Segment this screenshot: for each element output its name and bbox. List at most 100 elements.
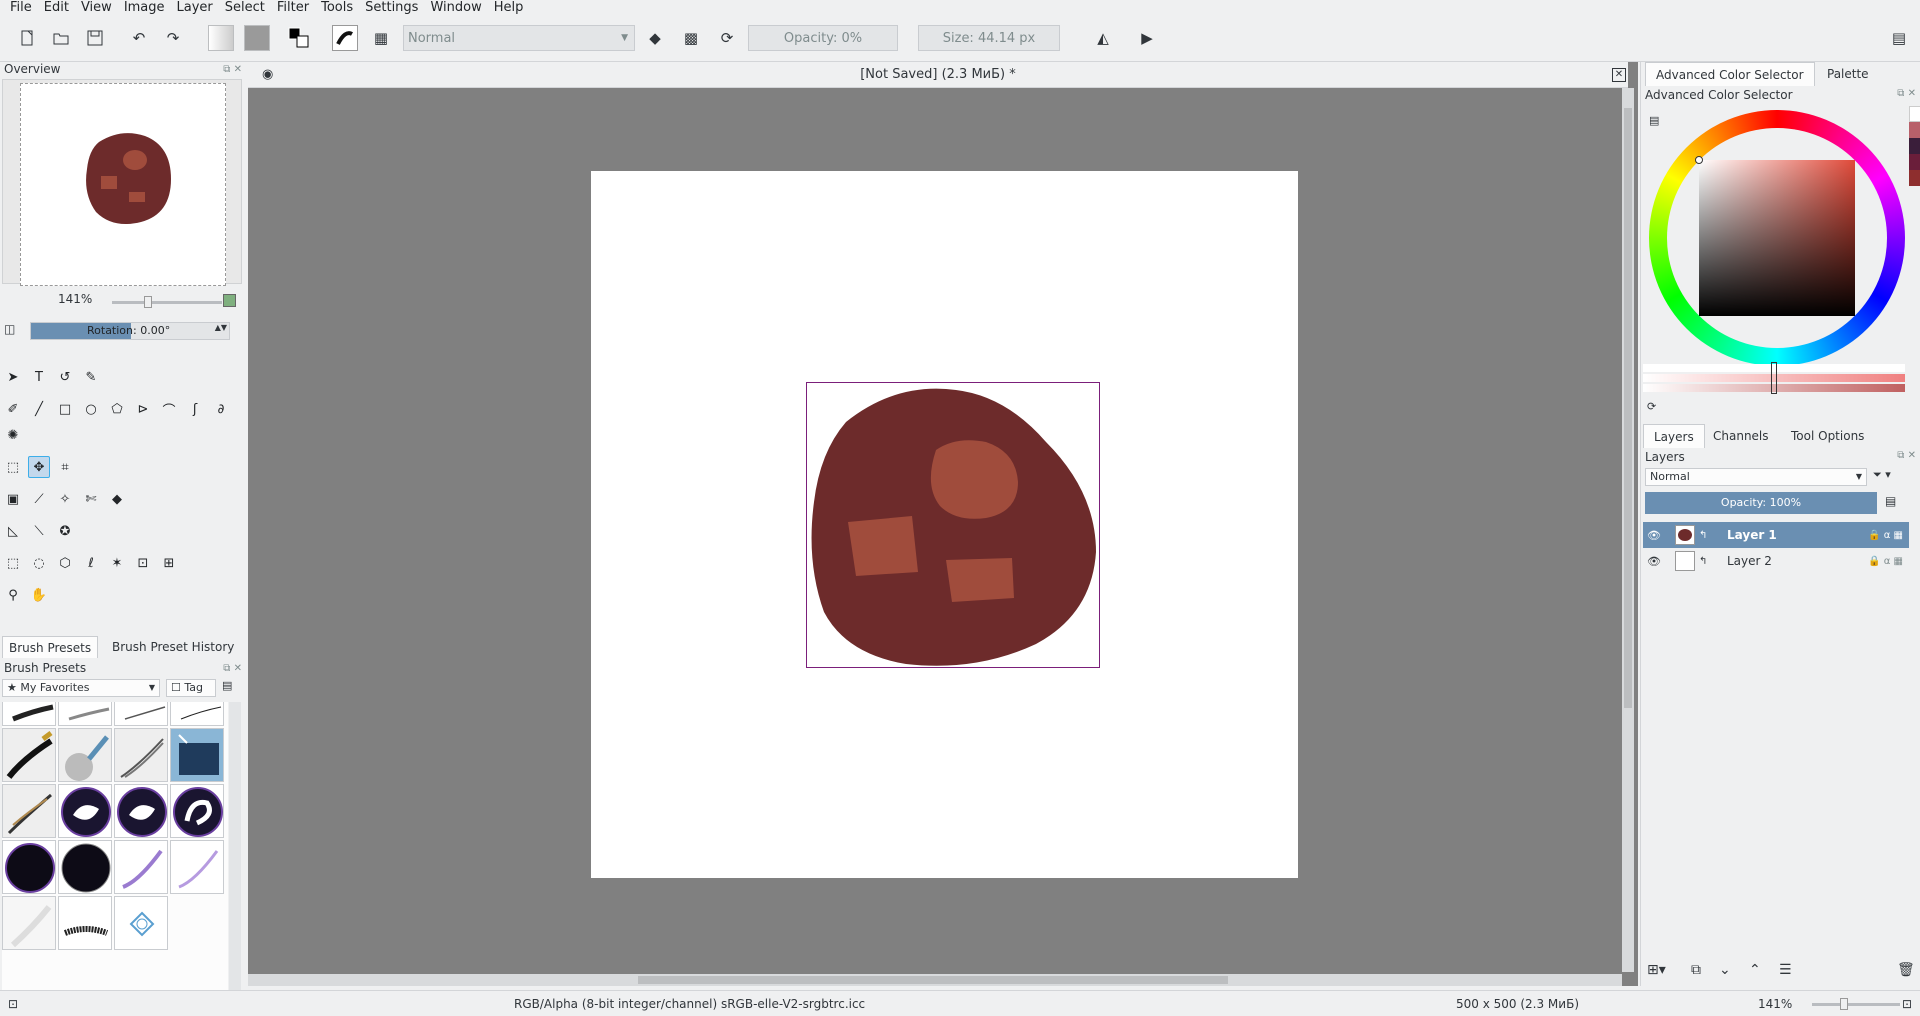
recent-color-swatch[interactable] <box>1909 170 1920 186</box>
layer-row[interactable]: 👁 ↰ Layer 2 🔒 α ▦ <box>1643 548 1909 574</box>
move-tool-icon[interactable]: ✥ <box>28 456 50 478</box>
colorize-mask-tool-icon[interactable]: ✧ <box>54 488 76 510</box>
layer-properties-icon[interactable]: ▤ <box>1885 494 1907 514</box>
smart-patch-tool-icon[interactable]: ✄ <box>80 488 102 510</box>
canvas-mirror-icon[interactable]: ◫ <box>4 322 15 336</box>
similar-color-selection-tool-icon[interactable]: ⊡ <box>132 552 154 574</box>
brush-preset-chalk[interactable] <box>58 896 112 950</box>
brush-preset-fineliner[interactable] <box>170 702 224 726</box>
color-picker-handle[interactable] <box>1695 156 1703 164</box>
close-document-icon[interactable]: ✕ <box>1612 68 1626 82</box>
brush-preset-smudge-1[interactable] <box>58 784 112 838</box>
reference-images-tool-icon[interactable]: ✪ <box>54 520 76 542</box>
brush-preset-blender[interactable] <box>170 728 224 782</box>
menu-edit[interactable]: Edit <box>38 0 75 16</box>
polygonal-selection-tool-icon[interactable]: ⬡ <box>54 552 76 574</box>
bezier-tool-icon[interactable]: ⌒ <box>158 398 180 420</box>
save-icon[interactable] <box>82 25 108 51</box>
tab-advanced-color-selector[interactable]: Advanced Color Selector <box>1645 62 1815 86</box>
canvas-horizontal-scrollbar[interactable] <box>248 974 1622 986</box>
menu-settings[interactable]: Settings <box>359 0 424 16</box>
pattern-selector-icon[interactable] <box>244 25 270 51</box>
brush-grid-scrollbar[interactable] <box>229 702 241 1016</box>
overview-zoom-slider[interactable] <box>112 296 222 308</box>
tab-palette[interactable]: Palette <box>1817 62 1879 86</box>
menu-window[interactable]: Window <box>424 0 487 16</box>
preserve-alpha-icon[interactable]: ▩ <box>678 25 704 51</box>
measure-tool-icon[interactable]: ⟍ <box>28 520 50 542</box>
dock-float-close-icon[interactable]: ⧉ ✕ <box>1897 88 1916 99</box>
layer-lock-alpha-icon[interactable]: 🔒 α ▦ <box>1868 556 1903 567</box>
freehand-brush-tool-icon[interactable]: ✐ <box>2 398 24 420</box>
select-shapes-tool-icon[interactable]: ➤ <box>2 366 24 388</box>
eye-icon[interactable]: 👁 <box>1647 555 1661 568</box>
dock-float-close-icon[interactable]: ⧉ ✕ <box>1897 450 1916 461</box>
brush-preset-wet-paint[interactable] <box>2 896 56 950</box>
fit-zoom-icon[interactable]: ⊡ <box>1902 991 1912 1016</box>
menu-view[interactable]: View <box>75 0 118 16</box>
layer-properties-icon[interactable]: ☰ <box>1779 962 1792 978</box>
layer-row[interactable]: 👁 ↰ Layer 1 🔒 α ▦ <box>1643 522 1909 548</box>
opacity-slider[interactable]: Opacity: 0% <box>748 25 898 51</box>
recent-color-swatch[interactable] <box>1909 138 1920 154</box>
freehand-path-tool-icon[interactable]: ʃ <box>184 398 206 420</box>
brush-preset-smudge-3[interactable] <box>170 784 224 838</box>
workspace-icon[interactable]: ▤ <box>1886 25 1912 51</box>
spin-arrows-icon[interactable]: ▲▼ <box>215 323 227 332</box>
dock-float-close-icon[interactable]: ⧉ ✕ <box>223 663 242 674</box>
brush-preset-pencil[interactable] <box>58 702 112 726</box>
tab-brush-preset-history[interactable]: Brush Preset History <box>106 636 240 658</box>
layer-lock-alpha-icon[interactable]: 🔒 α ▦ <box>1868 530 1903 541</box>
dock-float-close-icon[interactable]: ⧉ ✕ <box>223 64 242 75</box>
calligraphy-tool-icon[interactable]: ✎ <box>80 366 102 388</box>
vertical-scrollbar-handle[interactable] <box>1624 108 1632 708</box>
redo-icon[interactable]: ↷ <box>160 25 186 51</box>
brush-preset-marker[interactable] <box>2 728 56 782</box>
ellipse-tool-icon[interactable]: ○ <box>80 398 102 420</box>
pan-tool-icon[interactable]: ✋ <box>28 584 50 606</box>
brush-preset-watercolor-1[interactable] <box>114 840 168 894</box>
overview-panel[interactable] <box>2 79 242 286</box>
tab-channels[interactable]: Channels <box>1703 424 1779 448</box>
eraser-mode-icon[interactable]: ◆ <box>642 25 668 51</box>
transform-tool-icon[interactable]: ⬚ <box>2 456 24 478</box>
brush-preset-airbrush[interactable] <box>58 728 112 782</box>
color-wheel[interactable] <box>1645 106 1905 370</box>
tag-button[interactable]: ☐ Tag <box>166 679 216 697</box>
bezier-selection-tool-icon[interactable]: ⊞ <box>158 552 180 574</box>
layer-opacity-slider[interactable]: Opacity: 100% <box>1645 492 1877 514</box>
line-tool-icon[interactable]: ╱ <box>28 398 50 420</box>
brush-preset-icon[interactable] <box>332 25 358 51</box>
edit-shapes-tool-icon[interactable]: ↺ <box>54 366 76 388</box>
color-picker-tool-icon[interactable]: ⟋ <box>28 488 50 510</box>
menu-tools[interactable]: Tools <box>315 0 359 16</box>
menu-file[interactable]: File <box>4 0 38 16</box>
menu-select[interactable]: Select <box>219 0 271 16</box>
move-layer-down-icon[interactable]: ⌄ <box>1719 962 1731 978</box>
tab-brush-presets[interactable]: Brush Presets <box>2 636 99 658</box>
brush-preset-dry-brush[interactable] <box>2 784 56 838</box>
fill-tool-icon[interactable]: ◆ <box>106 488 128 510</box>
brush-preset-stamp[interactable] <box>114 896 168 950</box>
layer-blend-mode-dropdown[interactable]: Normal ▼ <box>1645 468 1867 486</box>
polyline-tool-icon[interactable]: ⊳ <box>132 398 154 420</box>
tab-tool-options[interactable]: Tool Options <box>1781 424 1874 448</box>
gradient-tool-icon[interactable]: ▣ <box>2 488 24 510</box>
eye-icon[interactable]: 👁 <box>1647 529 1661 542</box>
tag-filter-dropdown[interactable]: ★ My Favorites ▼ <box>2 679 160 697</box>
rectangular-selection-tool-icon[interactable]: ⬚ <box>2 552 24 574</box>
brush-preset-sketch[interactable] <box>114 702 168 726</box>
menu-image[interactable]: Image <box>118 0 171 16</box>
assistant-tool-icon[interactable]: ◺ <box>2 520 24 542</box>
menu-filter[interactable]: Filter <box>271 0 315 16</box>
selection-mode-icon[interactable]: ⊡ <box>8 991 18 1016</box>
status-zoom-handle[interactable] <box>1840 998 1848 1010</box>
mirror-horizontal-icon[interactable]: ◭ <box>1090 25 1116 51</box>
elliptical-selection-tool-icon[interactable]: ◌ <box>28 552 50 574</box>
recent-color-swatch[interactable] <box>1909 154 1920 170</box>
undo-icon[interactable]: ↶ <box>126 25 152 51</box>
canvas-vertical-scrollbar[interactable] <box>1622 88 1634 972</box>
dynamic-brush-tool-icon[interactable]: ∂ <box>210 398 232 420</box>
layer-filter-icon[interactable]: ⏷ ▾ <box>1873 468 1909 486</box>
rotation-slider[interactable]: Rotation: 0.00° ▲▼ <box>30 322 230 340</box>
